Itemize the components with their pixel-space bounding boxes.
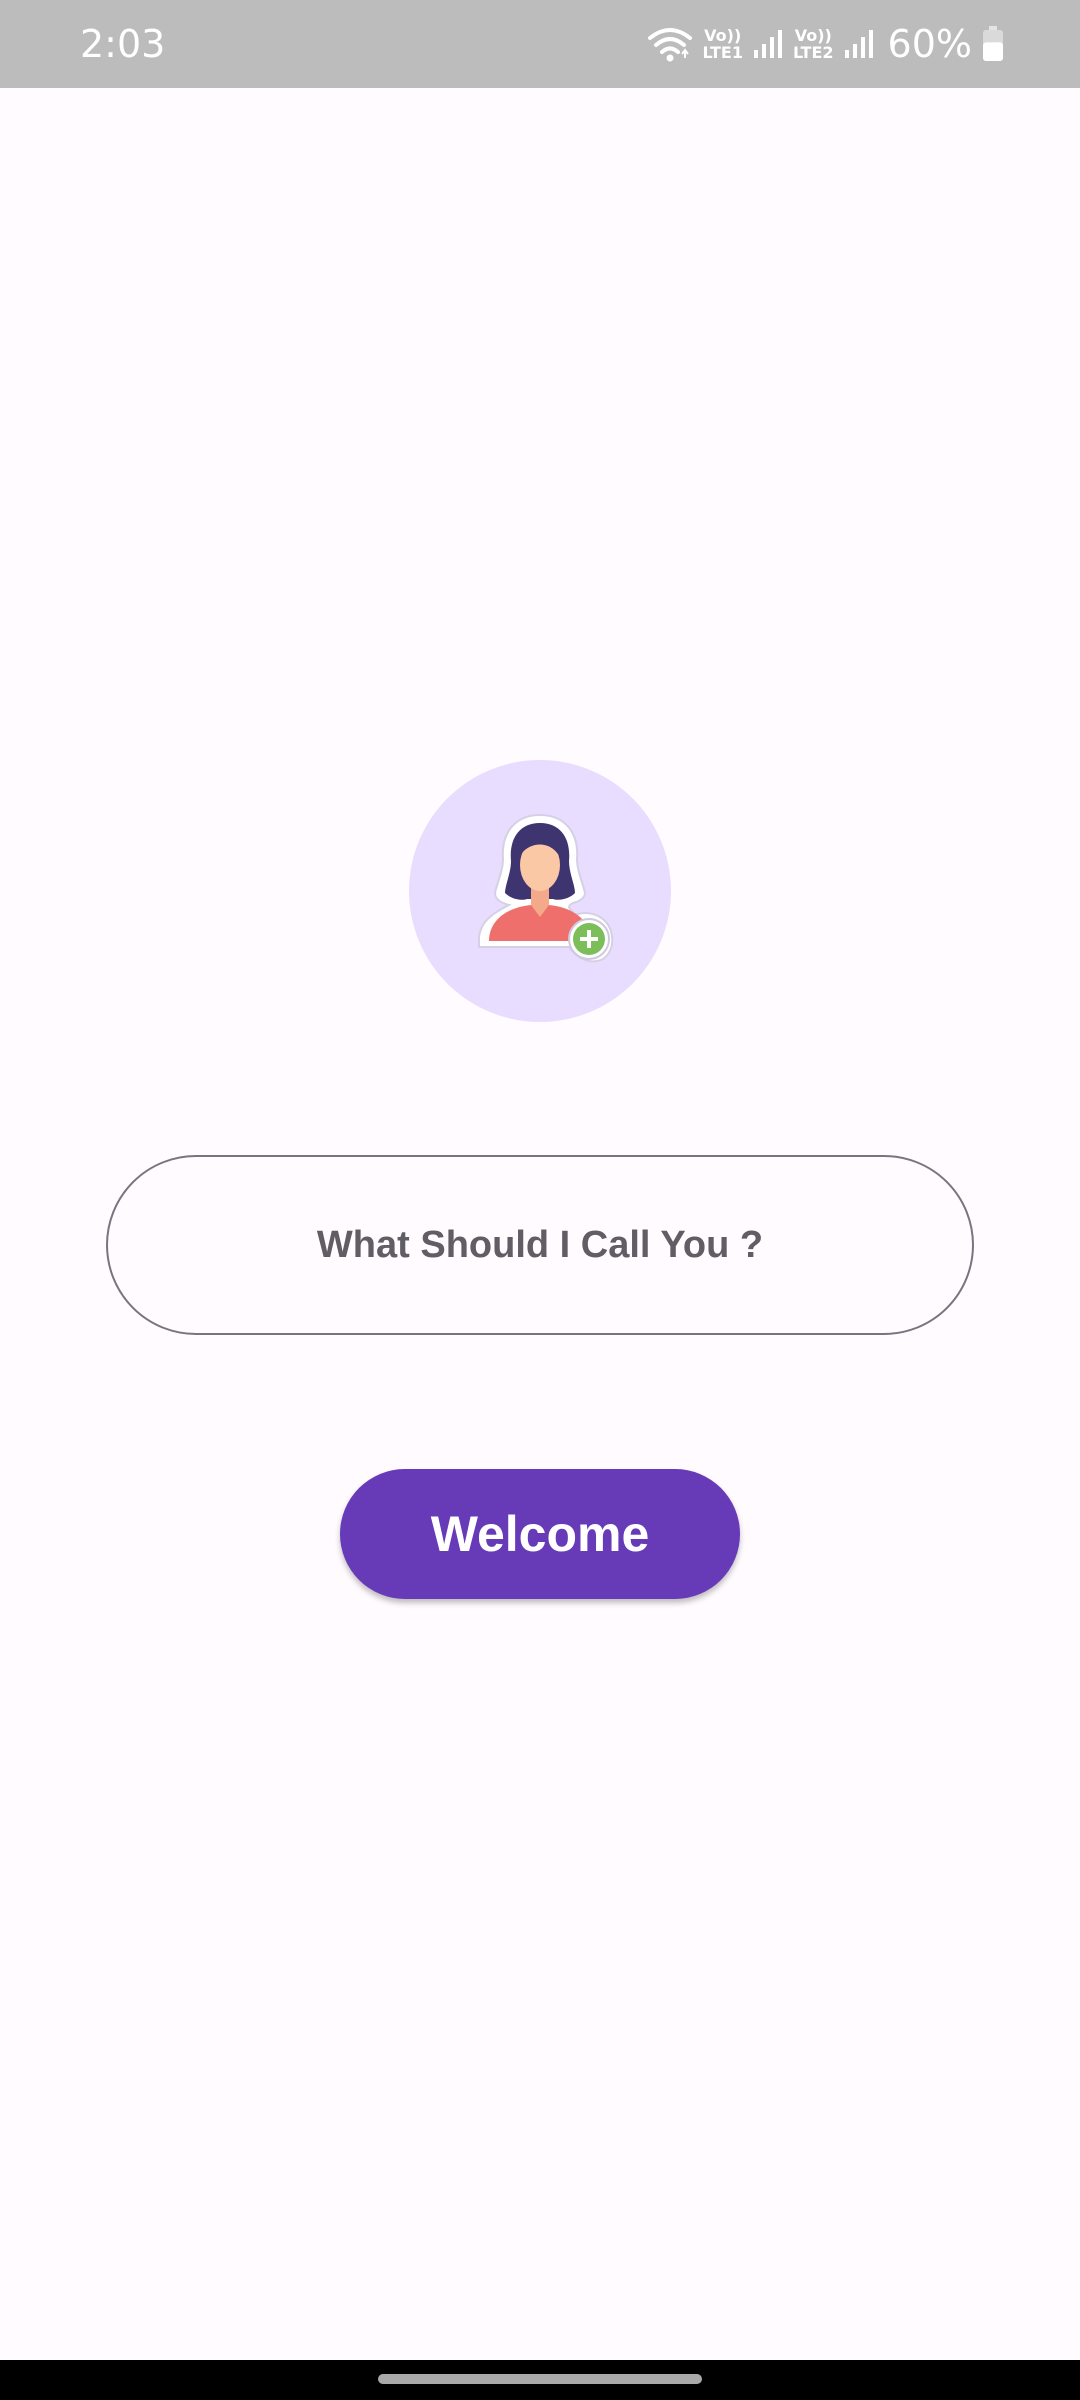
name-input[interactable] (148, 1222, 932, 1268)
status-time: 2:03 (80, 22, 166, 66)
welcome-button[interactable]: Welcome (340, 1469, 740, 1599)
battery-icon (982, 26, 1004, 62)
name-field[interactable] (106, 1155, 974, 1335)
main-content: Welcome (0, 88, 1080, 2360)
wifi-icon (648, 26, 693, 62)
status-icons: Vo)) LTE1 Vo)) LTE2 60% (648, 0, 1004, 88)
signal-icon (844, 28, 874, 60)
sim1-volte: Vo)) (704, 26, 742, 45)
sim2-label: Vo)) LTE2 (793, 27, 834, 61)
profile-avatar[interactable] (409, 760, 671, 1022)
battery-percentage: 60% (887, 22, 972, 66)
home-gesture-handle[interactable] (378, 2374, 702, 2384)
navigation-bar (0, 2360, 1080, 2400)
sim2-volte: Vo)) (794, 26, 832, 45)
status-bar: 2:03 Vo)) LTE1 Vo)) LTE2 60% (0, 0, 1080, 88)
sim1-network: LTE1 (702, 43, 743, 62)
sim1-label: Vo)) LTE1 (702, 27, 743, 61)
signal-icon (753, 28, 783, 60)
add-user-icon (465, 809, 615, 974)
sim2-network: LTE2 (793, 43, 834, 62)
